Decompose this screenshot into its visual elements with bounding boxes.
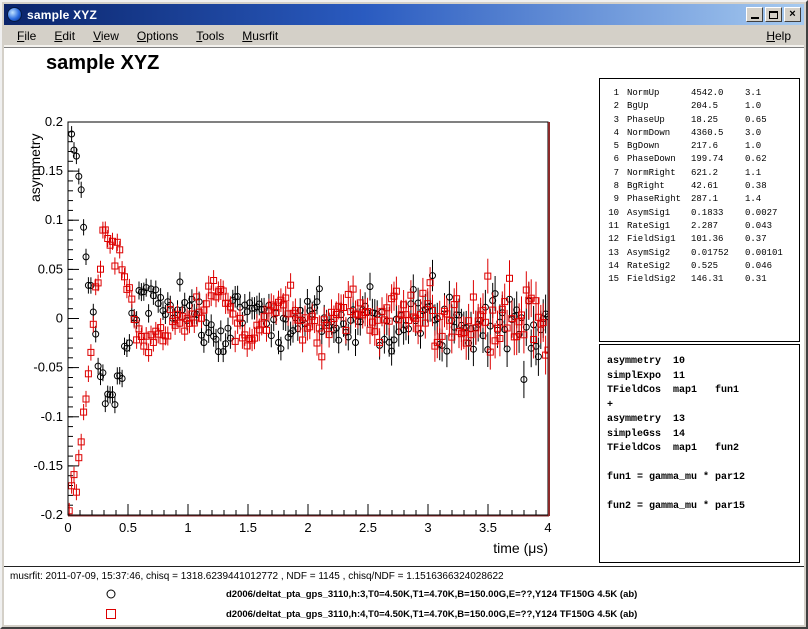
menu-item-help[interactable]: Help (757, 26, 800, 46)
menu-item-edit[interactable]: Edit (45, 26, 84, 46)
param-row-RateSig1: 11RateSig12.2870.043 (605, 220, 794, 233)
param-row-BgRight: 8BgRight42.610.38 (605, 180, 794, 193)
svg-text:0.05: 0.05 (38, 261, 63, 276)
svg-text:0.5: 0.5 (119, 520, 137, 535)
svg-text:-0.05: -0.05 (33, 360, 63, 375)
theory-line (607, 486, 792, 501)
legend-label-histo3: d2006/deltat_pta_gps_3110,h:3,T0=4.50K,T… (226, 589, 637, 600)
svg-text:1.5: 1.5 (239, 520, 257, 535)
title-bar[interactable]: sample XYZ × (4, 4, 804, 25)
param-row-AsymSig2: 13AsymSig20.017520.00101 (605, 247, 794, 260)
minimize-button[interactable] (746, 7, 763, 22)
theory-line: TFieldCos map1 fun1 (607, 384, 792, 399)
svg-text:3.5: 3.5 (479, 520, 497, 535)
theory-line: simpleGss 14 (607, 428, 792, 443)
circle-marker-icon (104, 587, 118, 601)
param-row-NormRight: 7NormRight621.21.1 (605, 167, 794, 180)
param-row-FieldSig1: 12FieldSig1101.360.37 (605, 233, 794, 246)
series-up-circles (66, 101, 551, 414)
fit-parameters-panel: 1NormUp4542.03.12BgUp204.51.03PhaseUp18.… (599, 78, 800, 342)
theory-line: asymmetry 13 (607, 413, 792, 428)
svg-text:0: 0 (56, 311, 63, 326)
x-axis-title: time (μs) (493, 540, 548, 556)
svg-text:0: 0 (64, 520, 71, 535)
theory-block-panel: asymmetry 10simplExpo 11TFieldCos map1 f… (599, 344, 800, 563)
menu-item-view[interactable]: View (84, 26, 128, 46)
series-down-squares (66, 222, 551, 519)
svg-text:0.1: 0.1 (45, 212, 63, 227)
plot-title: sample XYZ (46, 52, 159, 75)
asymmetry-time-plot[interactable]: 0 0.5 1 1.5 2 2.5 3 3.5 4 -0.2 -0.15 -0.1 -0.05 0 0.05… (6, 96, 606, 574)
param-row-PhaseUp: 3PhaseUp18.250.65 (605, 114, 794, 127)
x-axis: 0 0.5 1 1.5 2 2.5 3 3.5 4 (64, 504, 551, 535)
param-row-PhaseDown: 6PhaseDown199.740.62 (605, 153, 794, 166)
window-title: sample XYZ (27, 8, 741, 22)
maximize-button[interactable] (765, 7, 782, 22)
legend-label-histo4: d2006/deltat_pta_gps_3110,h:4,T0=4.50K,T… (226, 609, 637, 620)
theory-line: fun2 = gamma_mu * par15 (607, 500, 792, 515)
svg-text:0.2: 0.2 (45, 114, 63, 129)
maximize-icon (769, 11, 778, 19)
fit-status-line: musrfit: 2011-07-09, 15:37:46, chisq = 1… (10, 571, 504, 582)
menu-item-tools[interactable]: Tools (187, 26, 233, 46)
app-window: sample XYZ × FileEditViewOptionsToolsMus… (0, 0, 808, 629)
window-controls: × (746, 7, 801, 22)
param-row-PhaseRight: 9PhaseRight287.11.4 (605, 193, 794, 206)
param-row-NormDown: 4NormDown4360.53.0 (605, 127, 794, 140)
menu-item-file[interactable]: File (8, 26, 45, 46)
param-row-FieldSig2: 15FieldSig2146.310.31 (605, 273, 794, 286)
menu-item-options[interactable]: Options (128, 26, 187, 46)
svg-text:2.5: 2.5 (359, 520, 377, 535)
theory-line (607, 457, 792, 472)
legend-item-histo4: d2006/deltat_pta_gps_3110,h:4,T0=4.50K,T… (104, 607, 637, 621)
param-row-BgUp: 2BgUp204.51.0 (605, 100, 794, 113)
app-icon (7, 7, 22, 22)
svg-text:1: 1 (184, 520, 191, 535)
menu-item-musrfit[interactable]: Musrfit (233, 26, 287, 46)
svg-text:-0.2: -0.2 (41, 507, 63, 522)
theory-line: asymmetry 10 (607, 355, 792, 370)
svg-text:-0.1: -0.1 (41, 409, 63, 424)
param-row-NormUp: 1NormUp4542.03.1 (605, 87, 794, 100)
param-row-BgDown: 5BgDown217.61.0 (605, 140, 794, 153)
status-separator (4, 566, 804, 567)
svg-text:3: 3 (424, 520, 431, 535)
svg-text:2: 2 (304, 520, 311, 535)
svg-text:-0.15: -0.15 (33, 458, 63, 473)
theory-line: simplExpo 11 (607, 370, 792, 385)
theory-line: fun1 = gamma_mu * par12 (607, 471, 792, 486)
canvas-area: sample XYZ 0 0.5 1 1.5 2 2.5 3 3.5 4 -0.2 -0.15 -0.… (4, 48, 804, 625)
theory-line: + (607, 399, 792, 414)
theory-line: TFieldCos map1 fun2 (607, 442, 792, 457)
param-row-AsymSig1: 10AsymSig10.18330.0027 (605, 207, 794, 220)
close-button[interactable]: × (784, 7, 801, 22)
param-row-RateSig2: 14RateSig20.5250.046 (605, 260, 794, 273)
menu-bar: FileEditViewOptionsToolsMusrfit Help (4, 25, 804, 48)
menu-items: FileEditViewOptionsToolsMusrfit (8, 26, 287, 46)
square-marker-icon (104, 607, 118, 621)
minimize-icon (751, 17, 759, 19)
svg-text:4: 4 (544, 520, 551, 535)
close-icon: × (789, 9, 795, 20)
legend-item-histo3: d2006/deltat_pta_gps_3110,h:3,T0=4.50K,T… (104, 587, 637, 601)
y-axis-title: asymmetry (27, 134, 43, 202)
